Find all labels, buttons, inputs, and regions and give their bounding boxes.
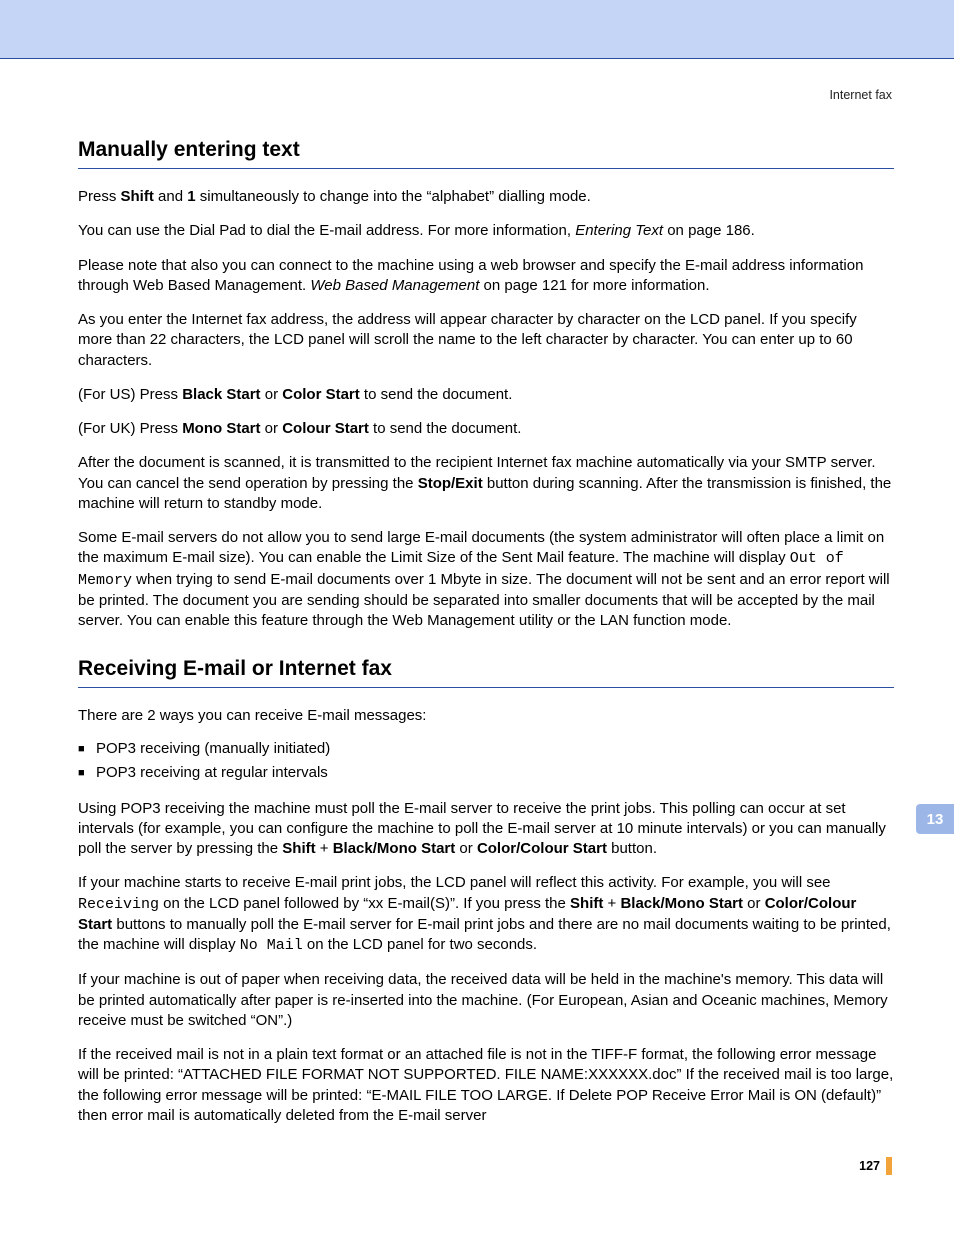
key-mono-start: Mono Start bbox=[665, 895, 743, 912]
page-number-bar-icon bbox=[886, 1157, 892, 1175]
text: simultaneously to change into the “alpha… bbox=[196, 188, 591, 205]
page-number-wrap: 127 bbox=[859, 1157, 892, 1175]
key-shift: Shift bbox=[570, 895, 603, 912]
ref-entering-text: Entering Text bbox=[575, 222, 663, 239]
lcd-no-mail: No Mail bbox=[240, 937, 303, 954]
text: to send the document. bbox=[369, 420, 522, 437]
key-shift: Shift bbox=[121, 188, 154, 205]
text: + bbox=[603, 895, 620, 912]
top-band bbox=[0, 0, 954, 58]
lcd-receiving: Receiving bbox=[78, 896, 159, 913]
text: or bbox=[455, 840, 477, 857]
text: button. bbox=[607, 840, 657, 857]
para: (For US) Press Black Start or Color Star… bbox=[78, 385, 894, 405]
key-black: Black bbox=[620, 895, 660, 912]
text: and bbox=[154, 188, 187, 205]
key-colour-start: Colour Start bbox=[520, 840, 607, 857]
key-1: 1 bbox=[187, 188, 195, 205]
text: You can use the Dial Pad to dial the E-m… bbox=[78, 222, 575, 239]
key-mono-start: Mono Start bbox=[182, 420, 260, 437]
para: After the document is scanned, it is tra… bbox=[78, 453, 894, 514]
para: Press Shift and 1 simultaneously to chan… bbox=[78, 187, 894, 207]
text: on the LCD panel followed by “xx E-mail(… bbox=[159, 895, 570, 912]
key-colour-start: Colour Start bbox=[282, 420, 369, 437]
text: on the LCD panel for two seconds. bbox=[303, 936, 537, 953]
text: on page 186. bbox=[663, 222, 755, 239]
text: or bbox=[261, 420, 283, 437]
key-color: Color bbox=[765, 895, 804, 912]
ref-web-based-management: Web Based Management bbox=[310, 277, 479, 294]
text: Press bbox=[78, 188, 121, 205]
section-heading-manually-entering-text: Manually entering text bbox=[78, 138, 894, 169]
para: There are 2 ways you can receive E-mail … bbox=[78, 706, 894, 726]
list-item: POP3 receiving at regular intervals bbox=[78, 761, 894, 785]
para: Some E-mail servers do not allow you to … bbox=[78, 528, 894, 631]
page-number: 127 bbox=[859, 1159, 880, 1173]
para: If your machine is out of paper when rec… bbox=[78, 970, 894, 1031]
key-shift: Shift bbox=[282, 840, 315, 857]
text: or bbox=[743, 895, 765, 912]
text: (For UK) Press bbox=[78, 420, 182, 437]
text: Some E-mail servers do not allow you to … bbox=[78, 529, 884, 566]
text: to send the document. bbox=[360, 386, 513, 403]
para: Using POP3 receiving the machine must po… bbox=[78, 799, 894, 860]
text: If your machine starts to receive E-mail… bbox=[78, 874, 831, 891]
section-heading-receiving-email: Receiving E-mail or Internet fax bbox=[78, 657, 894, 688]
para: As you enter the Internet fax address, t… bbox=[78, 310, 894, 371]
key-stop-exit: Stop/Exit bbox=[418, 475, 483, 492]
text: when trying to send E-mail documents ove… bbox=[78, 571, 890, 630]
para: If your machine starts to receive E-mail… bbox=[78, 873, 894, 956]
key-mono-start: Mono Start bbox=[377, 840, 455, 857]
page-body: Manually entering text Press Shift and 1… bbox=[78, 138, 894, 1126]
para: You can use the Dial Pad to dial the E-m… bbox=[78, 221, 894, 241]
text: + bbox=[316, 840, 333, 857]
para: (For UK) Press Mono Start or Colour Star… bbox=[78, 419, 894, 439]
para: Please note that also you can connect to… bbox=[78, 256, 894, 297]
text: or bbox=[261, 386, 283, 403]
key-color-start: Color Start bbox=[282, 386, 360, 403]
key-color: Color bbox=[477, 840, 516, 857]
list-item: POP3 receiving (manually initiated) bbox=[78, 737, 894, 761]
key-black: Black bbox=[333, 840, 373, 857]
para: If the received mail is not in a plain t… bbox=[78, 1045, 894, 1126]
running-header: Internet fax bbox=[829, 88, 892, 102]
receive-methods-list: POP3 receiving (manually initiated) POP3… bbox=[78, 737, 894, 785]
key-black-start: Black Start bbox=[182, 386, 260, 403]
chapter-tab: 13 bbox=[916, 804, 954, 834]
text: on page 121 for more information. bbox=[479, 277, 709, 294]
text: (For US) Press bbox=[78, 386, 182, 403]
